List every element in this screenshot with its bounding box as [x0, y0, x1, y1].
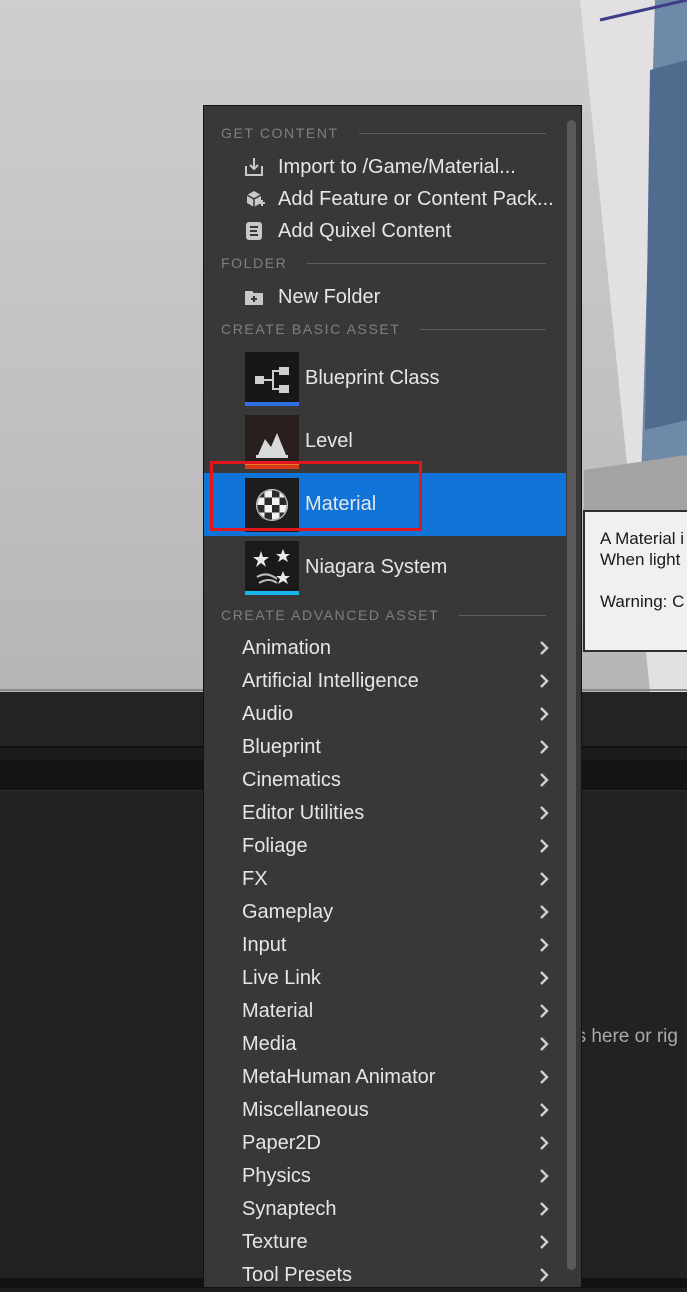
menu-item-label: Miscellaneous	[242, 1099, 369, 1121]
quixel-icon	[242, 219, 266, 243]
chevron-right-icon	[540, 1169, 549, 1183]
menu-item-advanced[interactable]: Tool Presets	[204, 1259, 566, 1292]
chevron-right-icon	[540, 971, 549, 985]
asset-color-bar	[245, 590, 299, 595]
menu-item-label: Input	[242, 934, 287, 956]
menu-item-advanced[interactable]: Physics	[204, 1160, 566, 1193]
menu-item-advanced[interactable]: Blueprint	[204, 731, 566, 764]
chevron-right-icon	[540, 1004, 549, 1018]
menu-item-label: Blueprint	[242, 736, 321, 758]
chevron-right-icon	[540, 806, 549, 820]
chevron-right-icon	[540, 1235, 549, 1249]
chevron-right-icon	[540, 938, 549, 952]
tooltip-line: Warning: C	[600, 592, 685, 611]
menu-item-add-feature-pack[interactable]: Add Feature or Content Pack...	[204, 183, 566, 215]
chevron-right-icon	[540, 905, 549, 919]
menu-item-label: Paper2D	[242, 1132, 321, 1154]
menu-scrollbar[interactable]	[567, 120, 576, 1270]
menu-item-advanced[interactable]: MetaHuman Animator	[204, 1061, 566, 1094]
feature-pack-icon	[242, 187, 266, 211]
chevron-right-icon	[540, 1103, 549, 1117]
menu-item-advanced[interactable]: Animation	[204, 632, 566, 665]
chevron-right-icon	[540, 641, 549, 655]
menu-item-advanced[interactable]: Gameplay	[204, 896, 566, 929]
menu-item-niagara-system[interactable]: Niagara System	[204, 536, 566, 599]
chevron-right-icon	[540, 839, 549, 853]
menu-item-advanced[interactable]: Texture	[204, 1226, 566, 1259]
menu-item-label: Niagara System	[305, 556, 448, 578]
chevron-right-icon	[540, 1070, 549, 1084]
menu-item-label: Add Feature or Content Pack...	[278, 187, 554, 210]
menu-item-label: Editor Utilities	[242, 802, 365, 824]
menu-item-advanced[interactable]: Material	[204, 995, 566, 1028]
chevron-right-icon	[540, 1136, 549, 1150]
blueprint-class-icon	[245, 351, 299, 406]
menu-item-label: Add Quixel Content	[278, 219, 452, 242]
menu-item-new-folder[interactable]: New Folder	[204, 281, 566, 313]
asset-tooltip: A Material i When light Warning: C	[583, 510, 687, 652]
section-header-label: CREATE BASIC ASSET	[221, 321, 401, 337]
menu-item-advanced[interactable]: Foliage	[204, 830, 566, 863]
menu-item-label: Tool Presets	[242, 1264, 353, 1286]
menu-item-label: Media	[242, 1033, 297, 1055]
menu-item-advanced[interactable]: Paper2D	[204, 1127, 566, 1160]
menu-item-label: FX	[242, 868, 268, 890]
menu-item-label: New Folder	[278, 285, 381, 308]
tooltip-line: A Material i	[600, 529, 685, 548]
menu-item-label: Level	[305, 430, 353, 452]
tooltip-spacer	[600, 570, 687, 591]
menu-item-label: Audio	[242, 703, 294, 725]
menu-item-label: MetaHuman Animator	[242, 1066, 436, 1088]
section-header-basic-asset: CREATE BASIC ASSET	[221, 320, 546, 338]
chevron-right-icon	[540, 872, 549, 886]
menu-item-advanced[interactable]: Editor Utilities	[204, 797, 566, 830]
new-folder-icon	[242, 285, 266, 309]
menu-item-label: Gameplay	[242, 901, 334, 923]
menu-item-advanced[interactable]: FX	[204, 863, 566, 896]
menu-item-label: Foliage	[242, 835, 308, 857]
highlight-box	[210, 461, 422, 531]
menu-item-blueprint-class[interactable]: Blueprint Class	[204, 347, 566, 410]
menu-item-advanced[interactable]: Synaptech	[204, 1193, 566, 1226]
menu-item-label: Synaptech	[242, 1198, 337, 1220]
section-header-label: FOLDER	[221, 255, 288, 271]
menu-item-label: Live Link	[242, 967, 321, 989]
chevron-right-icon	[540, 707, 549, 721]
menu-item-label: Cinematics	[242, 769, 341, 791]
niagara-icon	[245, 540, 299, 595]
chevron-right-icon	[540, 1268, 549, 1282]
chevron-right-icon	[540, 674, 549, 688]
section-header-folder: FOLDER	[221, 254, 546, 272]
menu-item-add-quixel[interactable]: Add Quixel Content	[204, 215, 566, 247]
menu-item-advanced[interactable]: Audio	[204, 698, 566, 731]
menu-item-advanced[interactable]: Live Link	[204, 962, 566, 995]
menu-item-label: Blueprint Class	[305, 367, 440, 389]
menu-item-advanced[interactable]: Input	[204, 929, 566, 962]
chevron-right-icon	[540, 1037, 549, 1051]
menu-item-label: Animation	[242, 637, 331, 659]
menu-item-label: Texture	[242, 1231, 308, 1253]
menu-item-label: Artificial Intelligence	[242, 670, 419, 692]
section-header-label: CREATE ADVANCED ASSET	[221, 607, 440, 623]
chevron-right-icon	[540, 1202, 549, 1216]
menu-item-label: Import to /Game/Material...	[278, 155, 516, 178]
menu-item-label: Material	[242, 1000, 314, 1022]
section-header-label: GET CONTENT	[221, 125, 339, 141]
menu-item-advanced[interactable]: Miscellaneous	[204, 1094, 566, 1127]
section-header-advanced-asset: CREATE ADVANCED ASSET	[221, 606, 546, 624]
menu-item-label: Physics	[242, 1165, 311, 1187]
import-icon	[242, 155, 266, 179]
section-header-get-content: GET CONTENT	[221, 124, 546, 142]
asset-color-bar	[245, 401, 299, 406]
tooltip-line: When light	[600, 550, 681, 569]
chevron-right-icon	[540, 740, 549, 754]
chevron-right-icon	[540, 773, 549, 787]
drop-hint-text: es here or rig	[566, 1026, 678, 1047]
menu-item-advanced[interactable]: Media	[204, 1028, 566, 1061]
menu-item-advanced[interactable]: Artificial Intelligence	[204, 665, 566, 698]
menu-item-import[interactable]: Import to /Game/Material...	[204, 151, 566, 183]
menu-item-advanced[interactable]: Cinematics	[204, 764, 566, 797]
